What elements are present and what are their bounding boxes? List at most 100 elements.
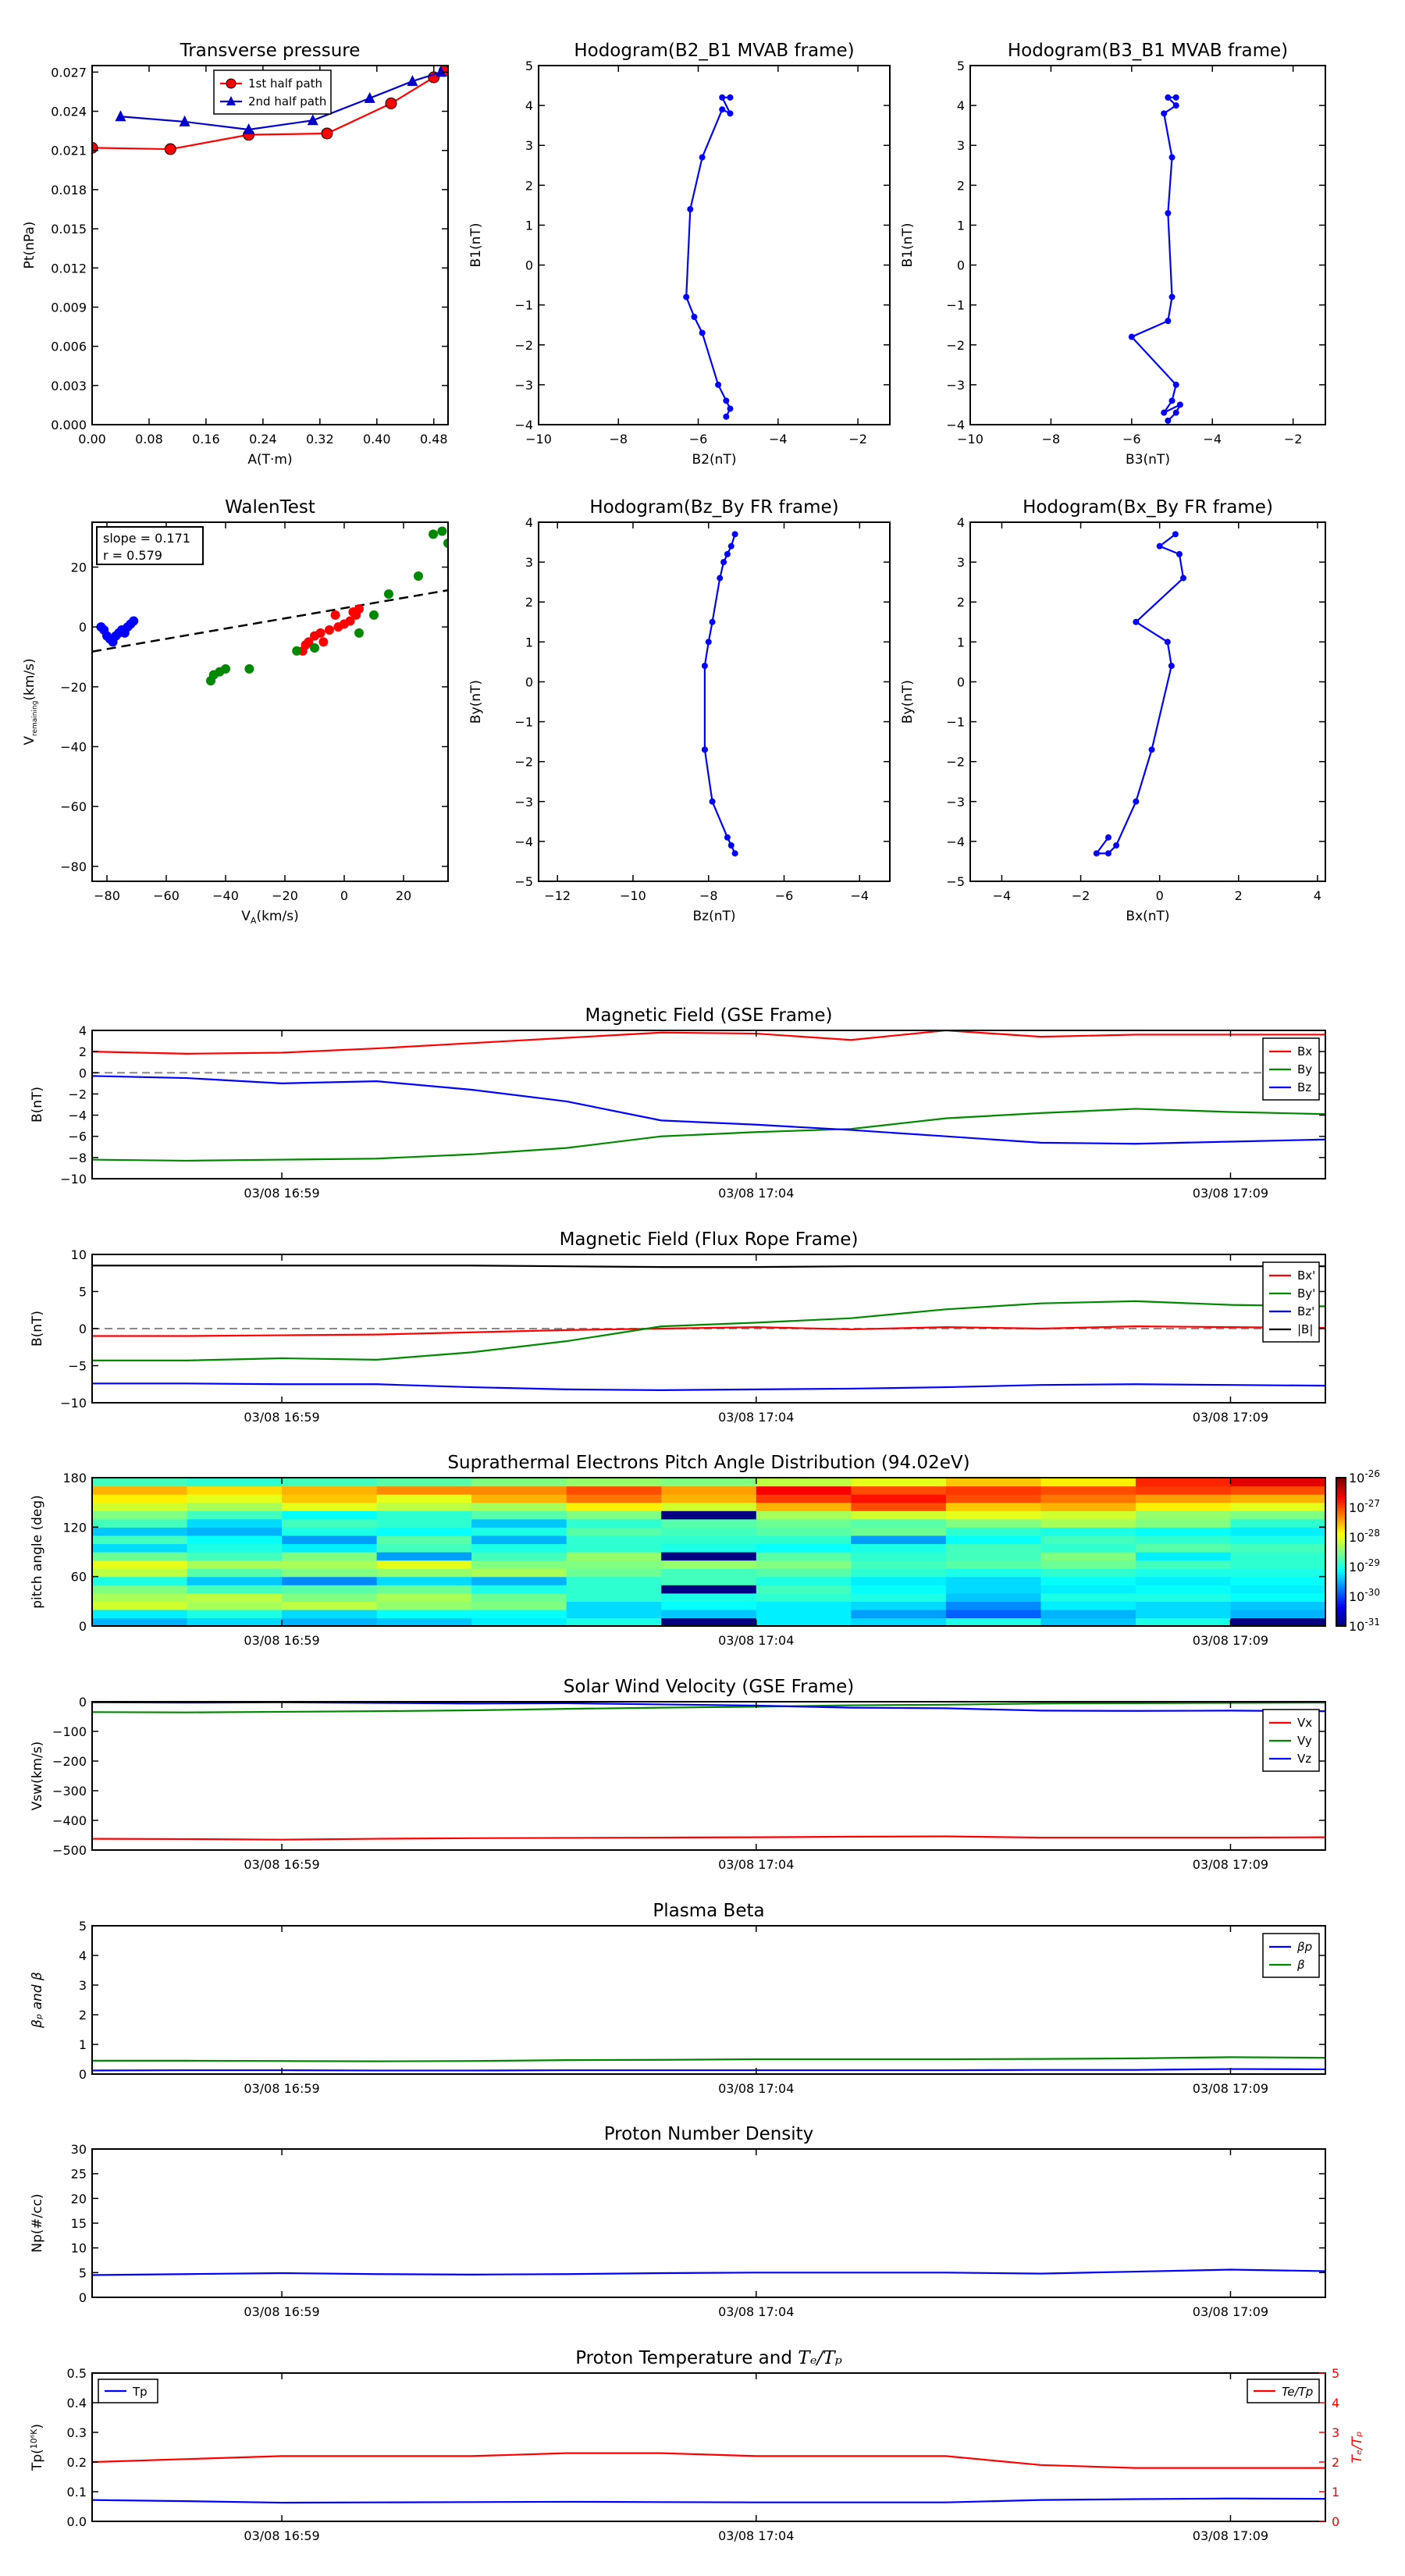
y-tick-label: −20: [60, 680, 87, 695]
y-tick-label: 5: [525, 59, 533, 73]
y-axis-label: Vsw(km/s): [30, 1742, 45, 1811]
heatmap-cell: [1135, 1535, 1232, 1545]
heatmap-cell: [566, 1485, 662, 1495]
heatmap-cell: [376, 1592, 472, 1602]
series-bx-line: [92, 1325, 1325, 1337]
chart-title: Hodogram(Bz_By FR frame): [589, 497, 838, 518]
y-tick-label: 4: [957, 98, 965, 113]
y-tick-label: 5: [79, 1285, 87, 1300]
y-tick-label: −1: [946, 298, 965, 313]
y-tick-label: 1: [525, 218, 533, 233]
heatmap-cell: [661, 1518, 757, 1528]
heatmap-cell: [92, 1585, 188, 1594]
data-point: [1180, 575, 1186, 582]
heatmap-cell: [851, 1568, 947, 1578]
y-tick-label: 4: [79, 1948, 87, 1963]
x-tick-label: 0.16: [192, 432, 220, 447]
panel-beta: Plasma Beta 03/08 16:59 03/08 17:04 03/08 1…: [30, 1901, 1326, 2096]
x-tick-label: −2: [1284, 432, 1303, 447]
series-by-line: [92, 1300, 1325, 1361]
heatmap-cell: [471, 1494, 567, 1503]
heatmap-cell: [187, 1552, 283, 1561]
colorbar-label: 10-27: [1349, 1498, 1380, 1515]
y-tick-label: 0.0: [67, 2514, 87, 2529]
heatmap-cell: [945, 1535, 1041, 1545]
legend-label: Tp: [132, 2385, 148, 2399]
heatmap-cell: [851, 1527, 947, 1536]
y-tick-label: 2: [79, 1044, 87, 1059]
y-tick-label: −3: [514, 795, 533, 809]
colorbar-segment: [1336, 1489, 1346, 1493]
y-tick-label: 2: [525, 595, 533, 610]
heatmap-cell: [92, 1527, 188, 1536]
panel-h2: Hodogram(B3_B1 MVAB frame)−10 −8 −6 −4 −2−4−…: [900, 41, 1326, 468]
heatmap-cell: [1040, 1485, 1136, 1495]
colorbar-segment: [1336, 1571, 1346, 1574]
data-point: [1104, 834, 1112, 841]
y-tick-label: 2: [957, 595, 965, 610]
legend-label: Bz: [1297, 1080, 1311, 1094]
heatmap-cell: [945, 1601, 1041, 1610]
legend-label: βp: [1297, 1940, 1312, 1954]
data-point: [720, 559, 727, 566]
x-axis-label: Bz(nT): [692, 909, 735, 924]
colorbar-segment: [1336, 1546, 1346, 1550]
heatmap-cell: [92, 1568, 188, 1578]
y-tick-label: −200: [52, 1754, 87, 1769]
data-point: [724, 550, 731, 557]
heatmap-cell: [1135, 1609, 1232, 1619]
heatmap-cell: [92, 1510, 188, 1520]
heatmap-cell: [661, 1601, 757, 1610]
heatmap-cell: [1040, 1585, 1136, 1594]
data-point: [1165, 318, 1172, 325]
x-tick-label: −20: [272, 888, 298, 903]
heatmap-cell: [1135, 1502, 1232, 1511]
y-tick-label: 180: [62, 1471, 87, 1485]
heatmap-cell: [187, 1527, 283, 1536]
data-point: [221, 664, 230, 674]
x-tick-label: −80: [94, 888, 120, 903]
y-tick-label: 0.024: [51, 105, 87, 119]
chart-title: Hodogram(Bx_By FR frame): [1023, 497, 1273, 518]
y-tick-label: −10: [60, 1172, 87, 1187]
heatmap-cell: [471, 1592, 567, 1602]
heatmap-cell: [945, 1576, 1041, 1585]
data-point: [1165, 417, 1172, 424]
heatmap-cell: [851, 1552, 947, 1561]
heatmap-cell: [282, 1543, 378, 1553]
data-point: [414, 571, 423, 581]
heatmap-cell: [851, 1543, 947, 1553]
y-tick-label: 5: [957, 59, 965, 73]
data-point: [244, 664, 254, 674]
heatmap-cell: [756, 1609, 852, 1619]
data-point: [717, 575, 724, 582]
colorbar-segment: [1336, 1482, 1346, 1485]
y-axis-label: B(nT): [30, 1311, 45, 1347]
heatmap-cell: [661, 1485, 757, 1495]
heatmap-cell: [945, 1617, 1041, 1626]
y-tick-label: 0.006: [51, 340, 87, 354]
data-point: [310, 643, 319, 653]
y-tick-label: 3: [79, 1978, 87, 1993]
x-tick-label: 03/08 17:09: [1193, 2528, 1268, 2543]
heatmap-cell: [187, 1502, 283, 1511]
y-tick-label-right: 3: [1332, 2425, 1339, 2440]
heatmap-cell: [1135, 1510, 1232, 1520]
heatmap-cell: [187, 1609, 283, 1619]
colorbar-segment: [1336, 1616, 1346, 1619]
data-point: [129, 616, 139, 626]
heatmap-cell: [1230, 1535, 1325, 1545]
y-axis-label: B(nT): [30, 1087, 45, 1123]
axes-frame: [91, 1701, 1326, 1851]
data-point: [1165, 210, 1172, 217]
data-point: [164, 143, 176, 155]
y-tick-label: −300: [52, 1784, 87, 1799]
y-axis-label: B1(nT): [468, 223, 484, 268]
colorbar-segment: [1336, 1549, 1346, 1553]
y-tick-label: 0: [79, 1695, 87, 1710]
heatmap-cell: [1040, 1502, 1136, 1511]
heatmap-cell: [187, 1510, 283, 1520]
legend-label: Vz: [1297, 1752, 1311, 1766]
colorbar-segment: [1336, 1504, 1346, 1508]
y-tick-label: 0.027: [51, 65, 87, 80]
